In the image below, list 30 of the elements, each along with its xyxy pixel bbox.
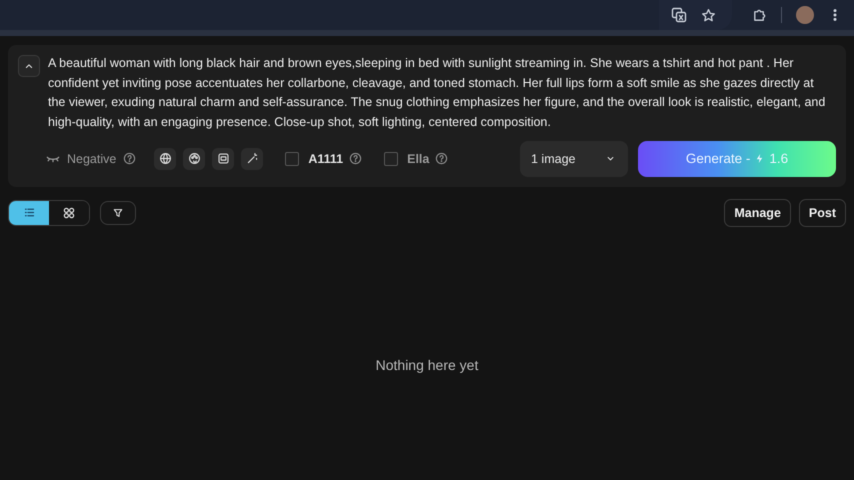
magic-wand-icon: [246, 152, 259, 166]
negative-toggle[interactable]: Negative: [67, 152, 116, 166]
grid-icon: [62, 206, 76, 220]
help-icon: [435, 152, 448, 166]
prompt-text[interactable]: A beautiful woman with long black hair and brown eyes,sleeping in bed with sunlight streaming in. She wears a tshirt and hot pant . Her confident yet inviting pose accentuates her collarbone, cleavage, and toned stomach. Her full lips form a soft smile as she gazes directly at the viewer, exuding natural charm and self-assurance. The snug clothing emphasizes her figure, and the overall look is realistic, elegant, and high-quality, with an engaging presence. Close-up shot, soft lighting, centered composition.: [48, 54, 836, 133]
puzzle-icon: [752, 8, 767, 22]
option-label: A1111: [308, 152, 344, 166]
checkbox[interactable]: [285, 152, 300, 166]
translate-icon: [671, 7, 687, 23]
star-icon: [701, 8, 716, 22]
help-icon: [349, 152, 362, 166]
option-label: Ella: [407, 152, 430, 166]
globe-icon: [158, 152, 172, 166]
avatar-icon[interactable]: [796, 6, 814, 24]
image-count-dropdown[interactable]: 1 image: [520, 140, 628, 177]
empty-message: Nothing here yet: [376, 356, 478, 373]
help-icon: [123, 152, 136, 166]
globe-button[interactable]: [154, 148, 176, 170]
checkbox[interactable]: [384, 152, 398, 166]
list-icon: [22, 206, 36, 220]
palette-icon: [188, 152, 201, 166]
image-icon: [216, 152, 230, 166]
palette-button[interactable]: [183, 148, 206, 170]
action-button[interactable]: Manage: [724, 198, 791, 227]
filter-icon: [112, 206, 124, 219]
action-button[interactable]: Post: [798, 198, 846, 227]
filter-button[interactable]: [100, 200, 136, 225]
image-button[interactable]: [212, 148, 234, 170]
magic-wand-button[interactable]: [241, 148, 264, 170]
list-view-tab[interactable]: [9, 200, 49, 225]
